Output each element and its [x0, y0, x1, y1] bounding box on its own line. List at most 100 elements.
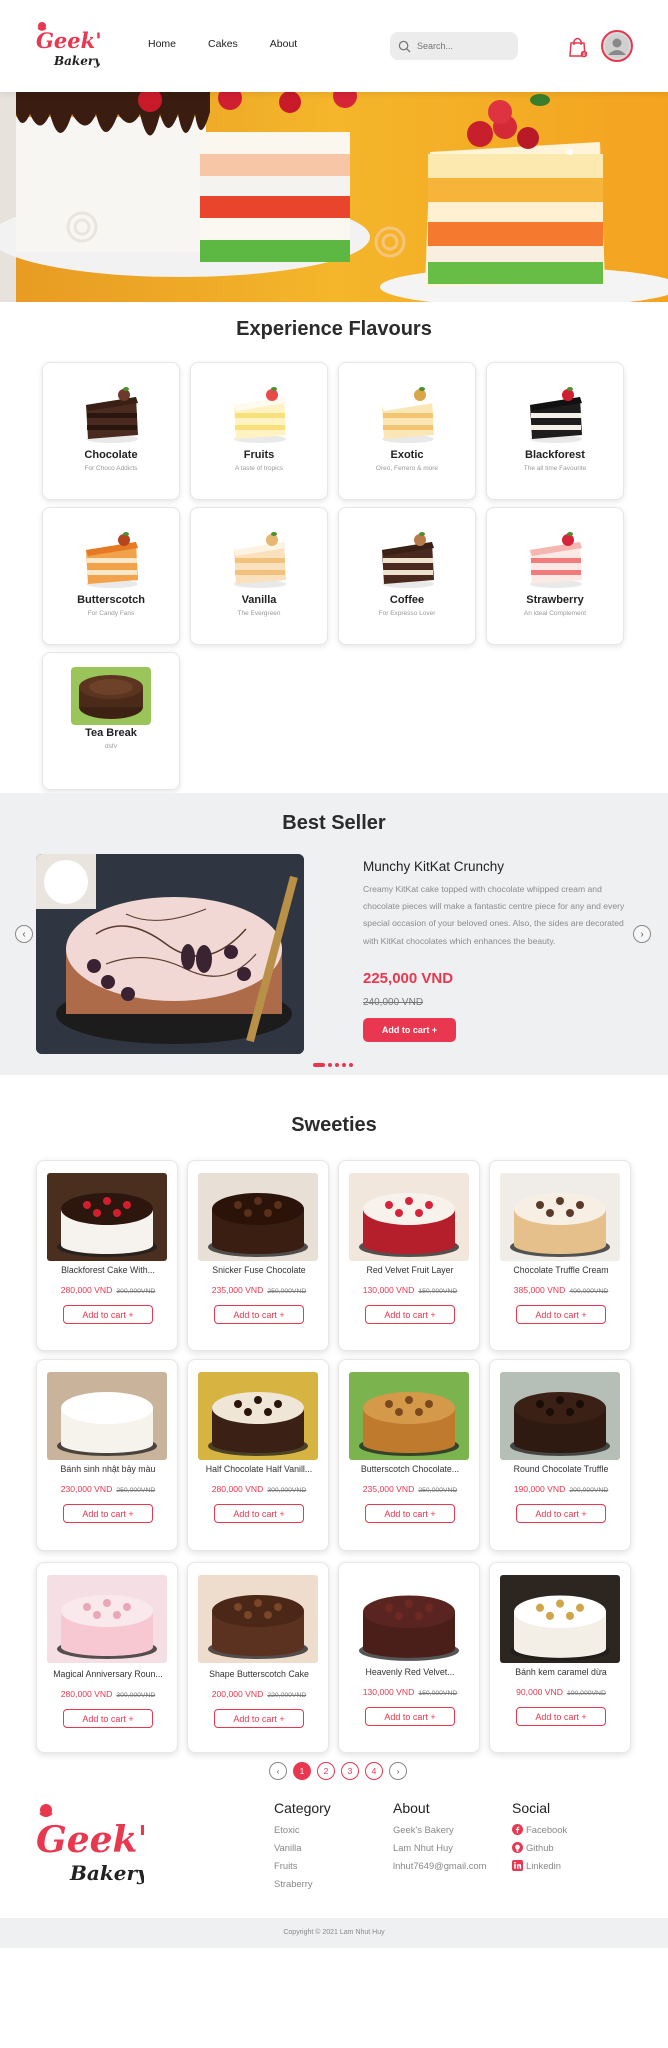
product-card[interactable]: Bánh kem caramel dừa 90,000 VND 100,000VN…	[489, 1562, 631, 1753]
product-price-row: 235,000 VND 250,000VND	[339, 1484, 481, 1494]
hero-banner	[0, 92, 668, 302]
product-price: 235,000 VND	[362, 1484, 415, 1494]
nav-about[interactable]: About	[270, 38, 297, 50]
product-old-price: 400,000VND	[569, 1288, 609, 1295]
product-card[interactable]: Butterscotch Chocolate... 235,000 VND 250…	[338, 1359, 480, 1551]
carousel-next-button[interactable]: ›	[633, 925, 651, 943]
flavour-card-vanilla[interactable]: Vanilla The Evergreen	[190, 507, 328, 645]
footer-category-link[interactable]: Straberry	[274, 1878, 331, 1889]
footer-about-column: About Geek's Bakery Lam Nhut Huy lnhut76…	[393, 1800, 486, 1878]
page-button-1[interactable]: 1	[293, 1762, 311, 1780]
flavour-card-fruits[interactable]: Fruits A taste of tropics	[190, 362, 328, 500]
product-card[interactable]: Half Chocolate Half Vanill... 280,000 VN…	[187, 1359, 329, 1551]
footer-about-heading: About	[393, 1800, 430, 1816]
add-to-cart-button[interactable]: Add to cart +	[63, 1709, 153, 1728]
product-price-row: 385,000 VND 400,000VND	[490, 1285, 632, 1295]
footer-social-heading: Social	[512, 1800, 551, 1816]
product-card[interactable]: Snicker Fuse Chocolate 235,000 VND 250,00…	[187, 1160, 329, 1351]
cart-button[interactable]: 0	[569, 36, 588, 58]
cart-count: 0	[583, 52, 586, 58]
product-old-price: 300,000VND	[116, 1288, 156, 1295]
chevron-right-icon: ›	[640, 928, 644, 940]
pagination-next-button[interactable]: ›	[389, 1762, 407, 1780]
add-to-cart-button[interactable]: Add to cart +	[63, 1305, 153, 1324]
flavour-description: Oreo, Ferrero & more	[375, 465, 439, 472]
add-to-cart-button[interactable]: Add to cart +	[516, 1305, 606, 1324]
flavour-name: Tea Break	[85, 727, 137, 739]
flavour-card-coffee[interactable]: Coffee For Expresso Lover	[338, 507, 476, 645]
sweeties-title: Sweeties	[291, 1114, 377, 1136]
product-old-price: 150,000VND	[418, 1690, 458, 1697]
cake-slice-image	[382, 532, 434, 588]
linkedin-link[interactable]: Linkedin	[512, 1860, 567, 1871]
flavour-card-chocolate[interactable]: Chocolate For Choco Addicts	[42, 362, 180, 500]
linkedin-icon	[512, 1860, 523, 1871]
carousel-dot[interactable]	[349, 1063, 353, 1067]
flavour-card-exotic[interactable]: Exotic Oreo, Ferrero & more	[338, 362, 476, 500]
product-card[interactable]: Magical Anniversary Roun... 280,000 VND 3…	[36, 1562, 178, 1753]
user-avatar[interactable]	[601, 30, 633, 62]
page-button-2[interactable]: 2	[317, 1762, 335, 1780]
footer-logo[interactable]: Geek's Bakery	[34, 1800, 169, 1892]
add-to-cart-button[interactable]: Add to cart +	[214, 1305, 304, 1324]
carousel-dot[interactable]	[313, 1063, 325, 1067]
product-price: 200,000 VND	[211, 1689, 264, 1699]
carousel-dot[interactable]	[328, 1063, 332, 1067]
footer-email-link[interactable]: lnhut7649@gmail.com	[393, 1860, 486, 1871]
product-card[interactable]: Bánh sinh nhật bảy màu 230,000 VND 250,00…	[36, 1359, 178, 1551]
add-to-cart-button[interactable]: Add to cart +	[214, 1504, 304, 1523]
nav-home[interactable]: Home	[148, 38, 176, 50]
product-card[interactable]: Chocolate Truffle Cream 385,000 VND 400,0…	[489, 1160, 631, 1351]
product-price-row: 235,000 VND 250,000VND	[188, 1285, 330, 1295]
product-price: 130,000 VND	[362, 1285, 415, 1295]
page-button-4[interactable]: 4	[365, 1762, 383, 1780]
pagination-prev-button[interactable]: ‹	[269, 1762, 287, 1780]
product-image	[349, 1575, 469, 1663]
footer-category-link[interactable]: Vanilla	[274, 1842, 331, 1853]
facebook-link[interactable]: Facebook	[512, 1824, 567, 1835]
carousel-dot[interactable]	[342, 1063, 346, 1067]
footer-category-link[interactable]: Etoxic	[274, 1824, 331, 1835]
product-card[interactable]: Red Velvet Fruit Layer 130,000 VND 150,00…	[338, 1160, 480, 1351]
product-card[interactable]: Round Chocolate Truffle 190,000 VND 200,0…	[489, 1359, 631, 1551]
product-card[interactable]: Blackforest Cake With... 280,000 VND 300,…	[36, 1160, 178, 1351]
product-old-price: 250,000VND	[418, 1487, 458, 1494]
footer-about-link[interactable]: Geek's Bakery	[393, 1824, 486, 1835]
product-image	[47, 1173, 167, 1261]
flavours-title: Experience Flavours	[236, 318, 432, 340]
flavour-card-tea-break[interactable]: Tea Break dsfv	[42, 652, 180, 790]
footer-category-link[interactable]: Fruits	[274, 1860, 331, 1871]
product-name: Magical Anniversary Roun...	[53, 1669, 163, 1679]
flavour-name: Fruits	[243, 449, 275, 461]
flavour-card-butterscotch[interactable]: Butterscotch For Candy Fans	[42, 507, 180, 645]
best-seller-description: Creamy KitKat cake topped with chocolate…	[363, 884, 625, 946]
carousel-dots	[313, 1063, 353, 1067]
best-seller-old-price: 240,000 VND	[363, 997, 424, 1008]
add-to-cart-button[interactable]: Add to cart +	[516, 1504, 606, 1523]
nav-cakes[interactable]: Cakes	[208, 38, 238, 50]
add-to-cart-button[interactable]: Add to cart +	[365, 1305, 455, 1324]
add-to-cart-button[interactable]: Add to cart +	[365, 1504, 455, 1523]
product-image	[349, 1173, 469, 1261]
product-card[interactable]: Shape Butterscotch Cake 200,000 VND 220,0…	[187, 1562, 329, 1753]
flavour-description: For Candy Fans	[87, 610, 135, 617]
flavour-card-blackforest[interactable]: Blackforest The all time Favourite	[486, 362, 624, 500]
add-to-cart-button[interactable]: Add to cart +	[516, 1707, 606, 1726]
product-image	[47, 1575, 167, 1663]
product-image	[198, 1575, 318, 1663]
carousel-prev-button[interactable]: ‹	[15, 925, 33, 943]
flavour-card-strawberry[interactable]: Strawberry An ideal Complement	[486, 507, 624, 645]
product-name: Heavenly Red Velvet...	[365, 1667, 455, 1677]
best-seller-add-to-cart-button[interactable]: Add to cart +	[363, 1018, 456, 1042]
add-to-cart-button[interactable]: Add to cart +	[365, 1707, 455, 1726]
github-link[interactable]: Github	[512, 1842, 567, 1853]
footer-about-link[interactable]: Lam Nhut Huy	[393, 1842, 486, 1853]
brand-logo[interactable]: Geek's Bakery	[34, 20, 114, 72]
carousel-dot[interactable]	[335, 1063, 339, 1067]
search-input[interactable]	[417, 41, 513, 51]
add-to-cart-button[interactable]: Add to cart +	[63, 1504, 153, 1523]
flavour-description: An ideal Complement	[523, 610, 587, 617]
add-to-cart-button[interactable]: Add to cart +	[214, 1709, 304, 1728]
product-card[interactable]: Heavenly Red Velvet... 130,000 VND 150,00…	[338, 1562, 480, 1753]
page-button-3[interactable]: 3	[341, 1762, 359, 1780]
